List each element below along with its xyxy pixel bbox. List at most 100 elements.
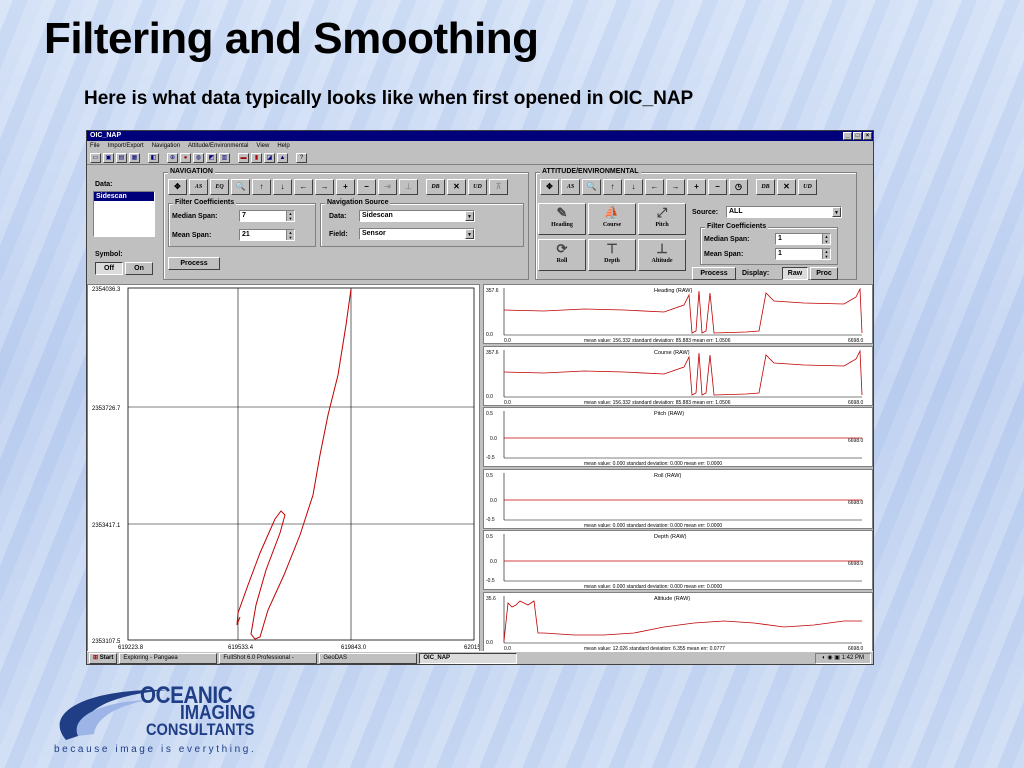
display-raw-button[interactable]: Raw: [782, 267, 808, 280]
plot-heading[interactable]: Heading (RAW) 357.6 0.0 0.0 6698.0 mean value…: [483, 284, 873, 344]
plot-pitch[interactable]: Pitch (RAW) 0.5 0.0 -0.5 6698.0 mean value: 0…: [483, 407, 873, 467]
plot-xmax: 6698.0: [848, 646, 864, 651]
layer-icon[interactable]: ▥: [219, 153, 230, 163]
dropdown-arrow-icon[interactable]: ▼: [832, 207, 841, 217]
waveform-icon[interactable]: ▬: [238, 153, 249, 163]
nav-process-button[interactable]: Process: [168, 257, 220, 270]
att-arrow-up-icon[interactable]: ↑: [603, 179, 622, 195]
close-button[interactable]: ×: [863, 132, 872, 140]
task-oic-nap[interactable]: OIC_NAP: [419, 653, 518, 664]
pan-icon[interactable]: ✥: [168, 179, 187, 195]
menu-help[interactable]: Help: [277, 141, 289, 151]
menu-navigation[interactable]: Navigation: [152, 141, 180, 151]
maximize-button[interactable]: □: [853, 132, 862, 140]
spin-arrows-icon[interactable]: ▲ ▼: [822, 249, 830, 259]
plus-icon[interactable]: +: [336, 179, 355, 195]
menu-attitude[interactable]: Attitude/Environmental: [188, 141, 248, 151]
arrow-right-icon[interactable]: →: [315, 179, 334, 195]
spin-arrows-icon[interactable]: ▲ ▼: [822, 234, 830, 244]
att-plus-icon[interactable]: +: [687, 179, 706, 195]
nav-median-spinner[interactable]: 7 ▲ ▼: [239, 210, 295, 222]
display-proc-button[interactable]: Proc: [810, 267, 838, 280]
source-select[interactable]: ALL ▼: [726, 206, 842, 218]
heading-button[interactable]: ✎ Heading: [538, 203, 586, 235]
plot-course[interactable]: Course (RAW) 357.6 0.0 0.0 6698.0 mean value:…: [483, 345, 873, 406]
depth-button[interactable]: ⊤ Depth: [588, 239, 636, 271]
symbol-on-button[interactable]: On: [125, 262, 153, 275]
spin-arrows-icon[interactable]: ▲ ▼: [286, 230, 294, 240]
zoom-icon[interactable]: 🔍: [231, 179, 250, 195]
target-icon[interactable]: ⊕: [167, 153, 178, 163]
triangle-icon[interactable]: ⊼: [489, 179, 508, 195]
minimize-button[interactable]: _: [843, 132, 852, 140]
task-geodas[interactable]: GeoDAS: [319, 653, 418, 664]
att-process-button[interactable]: Process: [692, 267, 736, 280]
att-db-button[interactable]: DB: [756, 179, 775, 195]
att-mean-spinner[interactable]: 1 ▲ ▼: [775, 248, 831, 260]
att-pan-icon[interactable]: ✥: [540, 179, 559, 195]
spin-arrows-icon[interactable]: ▲ ▼: [286, 211, 294, 221]
tray-icons[interactable]: ◐ ◉ ▣: [822, 655, 842, 661]
equalize-button[interactable]: EQ: [210, 179, 229, 195]
record-icon[interactable]: ●: [180, 153, 191, 163]
ud-button[interactable]: UD: [468, 179, 487, 195]
menu-import-export[interactable]: Import/Export: [108, 141, 144, 151]
att-median-spinner[interactable]: 1 ▲ ▼: [775, 233, 831, 245]
autoscale-button[interactable]: AS: [189, 179, 208, 195]
roll-button[interactable]: ⟳ Roll: [538, 239, 586, 271]
task-fullshot[interactable]: FullShot 6.0 Professional -: [219, 653, 318, 664]
help-icon[interactable]: ?: [296, 153, 307, 163]
plot-altitude[interactable]: Altitude (RAW) 35.6 0.0 0.0 6698.0 mean value…: [483, 591, 873, 652]
symbol-off-button[interactable]: Off: [95, 262, 123, 275]
att-arrow-right-icon[interactable]: →: [666, 179, 685, 195]
altitude-button[interactable]: ⊥ Altitude: [638, 239, 686, 271]
start-button[interactable]: ⊞ Start: [89, 653, 118, 664]
dropdown-arrow-icon[interactable]: ▼: [465, 229, 474, 239]
print-icon[interactable]: ▦: [129, 153, 140, 163]
trim-icon[interactable]: ⇥: [378, 179, 397, 195]
att-autoscale-button[interactable]: AS: [561, 179, 580, 195]
save-icon[interactable]: ▣: [103, 153, 114, 163]
minus-icon[interactable]: −: [357, 179, 376, 195]
nav-field-select[interactable]: Sensor ▼: [359, 228, 475, 240]
globe-icon[interactable]: ◍: [193, 153, 204, 163]
att-ud-button[interactable]: UD: [798, 179, 817, 195]
course-button[interactable]: ⛵ Course: [588, 203, 636, 235]
menu-file[interactable]: File: [90, 141, 100, 151]
att-arrow-down-icon[interactable]: ↓: [624, 179, 643, 195]
att-minus-icon[interactable]: −: [708, 179, 727, 195]
arrow-down-icon[interactable]: ↓: [273, 179, 292, 195]
bars-icon[interactable]: ▮: [251, 153, 262, 163]
att-delete-icon[interactable]: ✕: [777, 179, 796, 195]
window-titlebar[interactable]: OIC_NAP _ □ ×: [87, 131, 873, 141]
chart2-icon[interactable]: ▲: [277, 153, 288, 163]
track-plot[interactable]: 2354036.32353726.72353417.12353107.56192…: [88, 285, 479, 651]
task-exploring[interactable]: Exploring - Pangaea: [119, 653, 218, 664]
clock-icon[interactable]: ◷: [729, 179, 748, 195]
data-listbox[interactable]: Sidescan: [93, 191, 155, 237]
list-item[interactable]: Sidescan: [94, 192, 154, 201]
att-zoom-icon[interactable]: 🔍: [582, 179, 601, 195]
baseline-icon[interactable]: ⊥: [399, 179, 418, 195]
arrow-left-icon[interactable]: ←: [294, 179, 313, 195]
menu-view[interactable]: View: [256, 141, 269, 151]
dropdown-arrow-icon[interactable]: ▼: [465, 211, 474, 221]
arrow-up-icon[interactable]: ↑: [252, 179, 271, 195]
plot-ymax: 357.6: [486, 288, 499, 294]
plot-roll[interactable]: Roll (RAW) 0.5 0.0 -0.5 6698.0 mean value: 0.…: [483, 468, 873, 529]
db-button[interactable]: DB: [426, 179, 445, 195]
pitch-button[interactable]: ⤢ Pitch: [638, 203, 686, 235]
open-icon[interactable]: ▤: [116, 153, 127, 163]
plot-ymin: -0.5: [486, 455, 495, 461]
plot-depth[interactable]: Depth (RAW) 0.5 0.0 -0.5 6698.0 mean value: 0…: [483, 530, 873, 590]
chart-icon[interactable]: ◪: [264, 153, 275, 163]
delete-icon[interactable]: ✕: [447, 179, 466, 195]
nav-data-select[interactable]: Sidescan ▼: [359, 210, 475, 222]
new-icon[interactable]: ▭: [90, 153, 101, 163]
navigation-map[interactable]: 2354036.3 2353726.7 2353417.1 2353107.5 6192…: [87, 284, 480, 652]
nav-mean-spinner[interactable]: 21 ▲ ▼: [239, 229, 295, 241]
display-label: Display:: [742, 270, 770, 277]
copy-icon[interactable]: ◧: [148, 153, 159, 163]
map-icon[interactable]: ◩: [206, 153, 217, 163]
att-arrow-left-icon[interactable]: ←: [645, 179, 664, 195]
